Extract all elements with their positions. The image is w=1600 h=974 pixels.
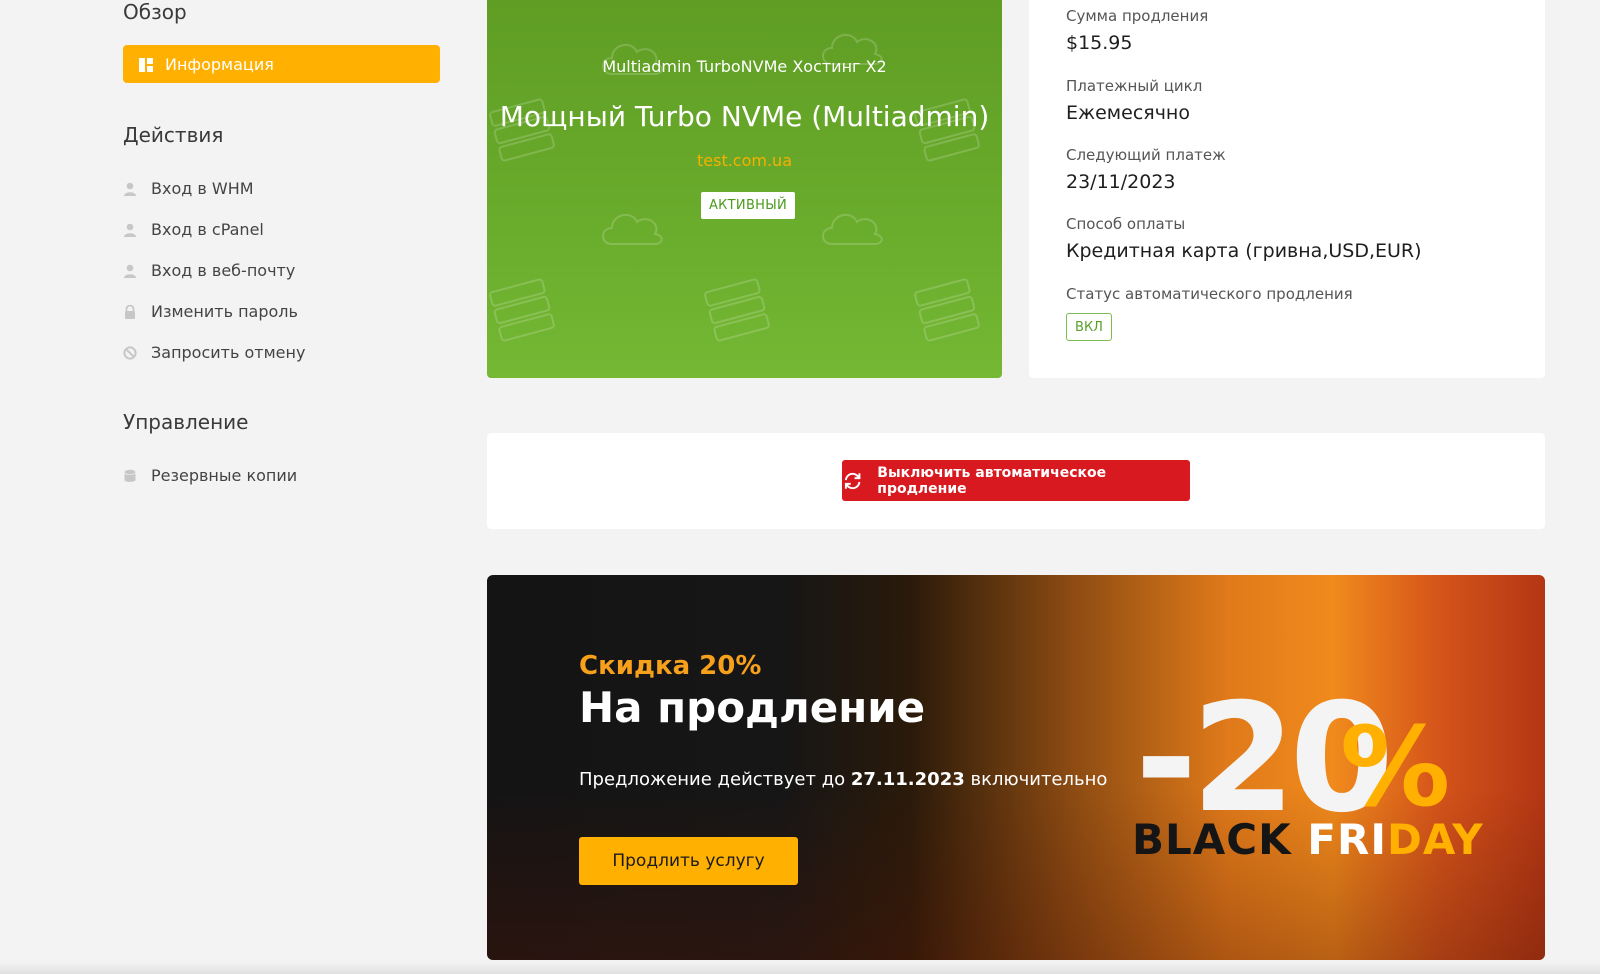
disable-auto-renew-button[interactable]: Выключить автоматическое продление	[842, 460, 1190, 501]
offer-date: 27.11.2023	[850, 769, 965, 790]
product-group-name: Multiadmin TurboNVMe Хостинг X2	[602, 57, 887, 76]
offer-prefix: Предложение действует до	[579, 769, 851, 790]
sidebar-item-label: Вход в WHM	[151, 178, 254, 198]
renew-service-button[interactable]: Продлить услугу	[579, 837, 798, 885]
black-friday-label: BLACK FRIDAY	[1132, 815, 1484, 864]
offer-suffix: включительно	[964, 769, 1108, 790]
cloud-icon	[822, 213, 883, 245]
user-icon	[123, 222, 137, 237]
product-name: Мощный Turbo NVMe (Multiadmin)	[499, 100, 990, 133]
payment-method-label: Способ оплаты	[1066, 215, 1186, 233]
disable-auto-renew-label: Выключить автоматическое продление	[877, 464, 1107, 497]
user-icon	[123, 181, 137, 196]
product-domain[interactable]: test.com.ua	[487, 151, 1002, 170]
lock-icon	[123, 304, 137, 319]
database-icon	[123, 468, 137, 482]
sidebar-item-label: Резервные копии	[151, 465, 298, 485]
dashboard-icon	[139, 57, 153, 72]
sidebar-item-information[interactable]: Информация	[123, 45, 440, 83]
sidebar-item-request-cancel[interactable]: Запросить отмену	[123, 341, 305, 363]
promo-discount: Скидка 20%	[579, 651, 762, 681]
next-payment-value: 23/11/2023	[1066, 171, 1176, 193]
auto-renew-label: Статус автоматического продления	[1066, 285, 1353, 303]
server-icon	[704, 278, 770, 342]
promo-headline: На продление	[579, 683, 926, 732]
user-icon	[123, 263, 137, 278]
sidebar-heading-overview: Обзор	[123, 0, 187, 24]
black-word: BLACK	[1132, 815, 1308, 864]
sidebar-heading-management: Управление	[123, 410, 249, 434]
next-payment-label: Следующий платеж	[1066, 146, 1226, 164]
product-card: Multiadmin TurboNVMe Хостинг X2 Мощный T…	[487, 0, 1002, 378]
sidebar-item-cpanel-login[interactable]: Вход в cPanel	[123, 218, 264, 240]
sidebar-item-whm-login[interactable]: Вход в WHM	[123, 177, 254, 199]
renewal-amount-value: $15.95	[1066, 32, 1133, 54]
ban-icon	[123, 345, 137, 360]
sidebar-item-label: Запросить отмену	[151, 342, 306, 362]
sidebar-item-label: Информация	[165, 54, 274, 74]
sidebar-item-label: Вход в веб-почту	[151, 260, 296, 280]
promo-offer-text: Предложение действует до 27.11.2023 вклю…	[579, 769, 1107, 790]
cloud-icon	[602, 213, 663, 245]
billing-cycle-value: Ежемесячно	[1066, 102, 1190, 124]
status-badge: АКТИВНЫЙ	[701, 192, 795, 219]
sidebar-heading-actions: Действия	[123, 123, 224, 147]
day-part: DAY	[1386, 815, 1484, 864]
auto-renew-status-badge: ВКЛ	[1066, 313, 1112, 341]
bottom-shadow	[0, 962, 1600, 974]
auto-renew-action-card: Выключить автоматическое продление	[487, 433, 1545, 529]
sidebar-item-change-password[interactable]: Изменить пароль	[123, 300, 298, 322]
billing-details-card: Сумма продления $15.95 Платежный цикл Еж…	[1029, 0, 1545, 378]
sidebar-item-label: Вход в cPanel	[151, 219, 264, 239]
billing-cycle-label: Платежный цикл	[1066, 77, 1203, 95]
sidebar-item-webmail-login[interactable]: Вход в веб-почту	[123, 259, 295, 281]
server-icon	[914, 278, 980, 342]
renewal-amount-label: Сумма продления	[1066, 7, 1209, 25]
sidebar-item-label: Изменить пароль	[151, 301, 298, 321]
sidebar-item-backups[interactable]: Резервные копии	[123, 464, 297, 486]
badge-percent: %	[1340, 703, 1450, 831]
server-icon	[489, 278, 555, 342]
black-friday-promo-banner: Скидка 20% На продление Предложение дейс…	[487, 575, 1545, 960]
sync-icon	[844, 472, 861, 489]
payment-method-value: Кредитная карта (гривна,USD,EUR)	[1066, 240, 1422, 262]
fri-part: FRI	[1307, 815, 1387, 864]
